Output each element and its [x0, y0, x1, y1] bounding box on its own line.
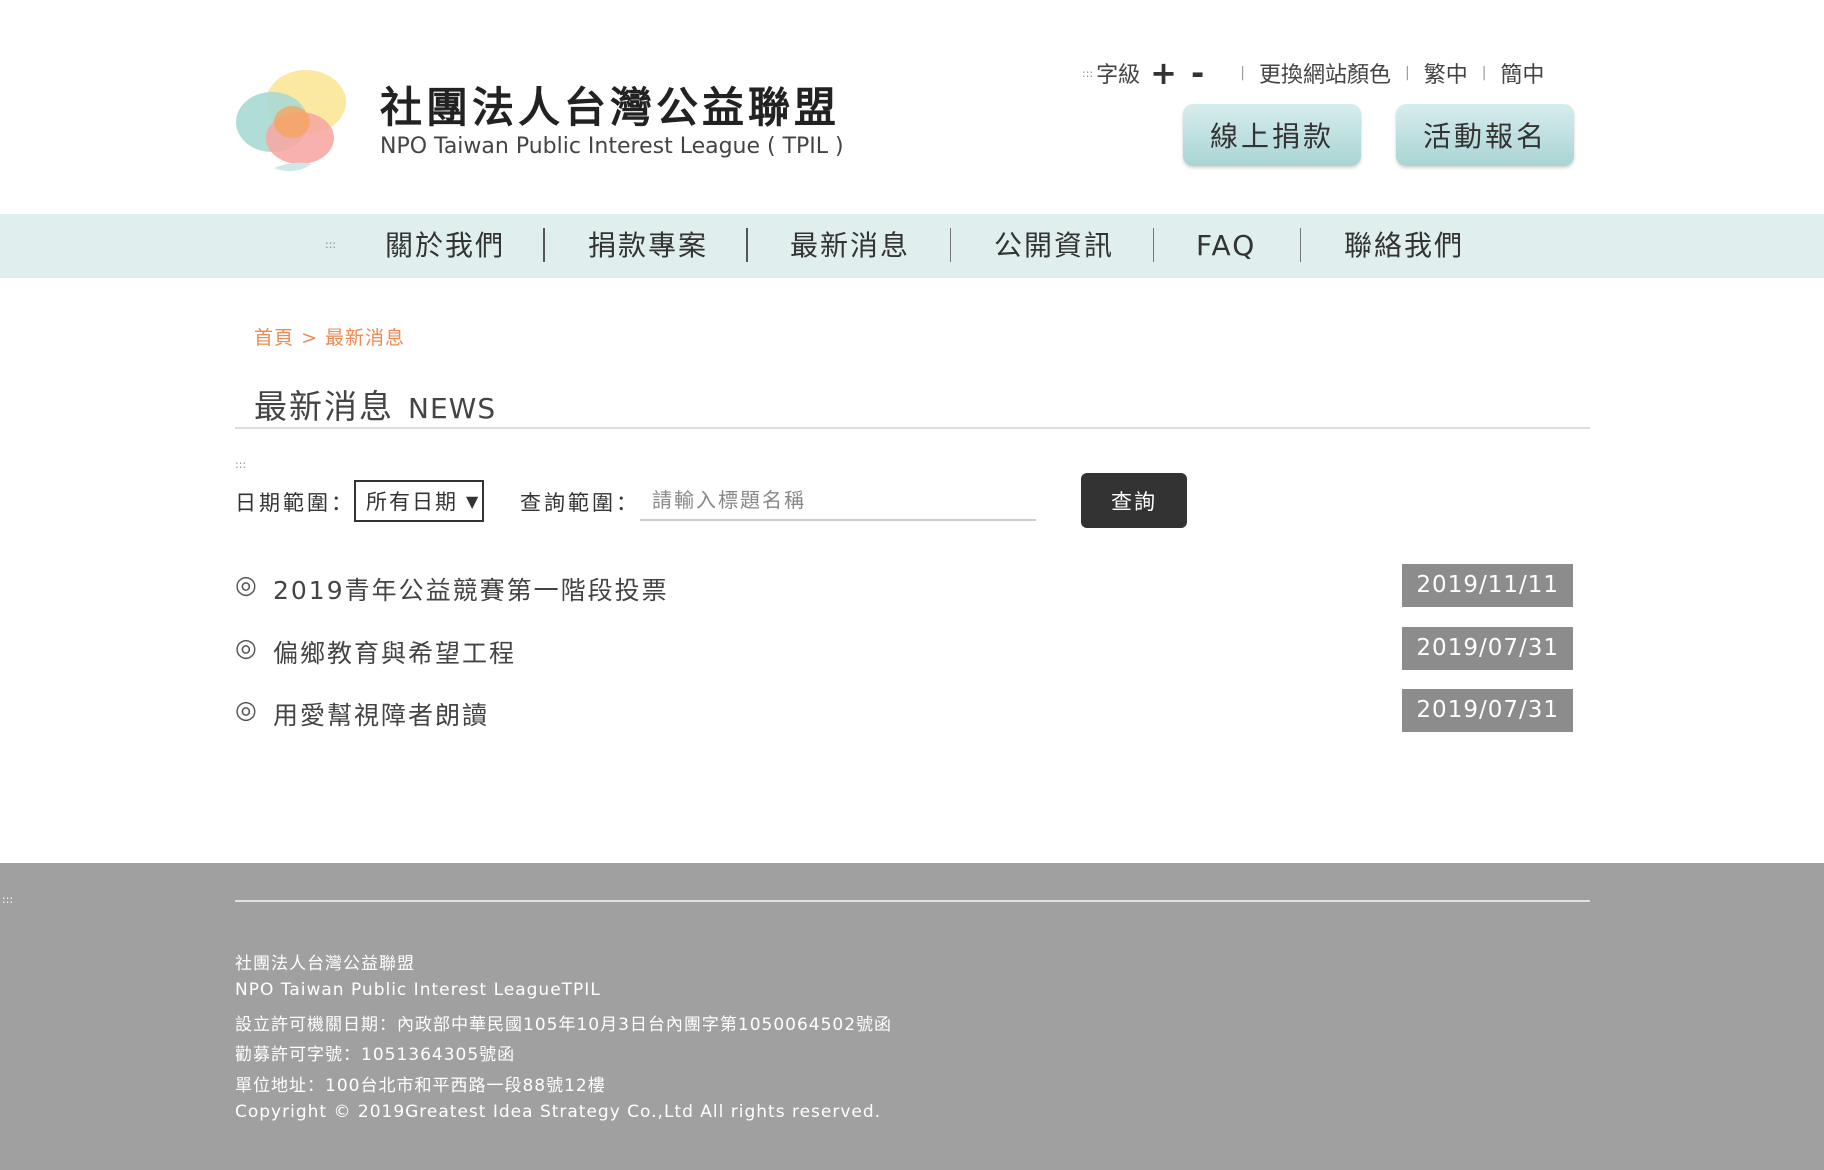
nav-item-news[interactable]: 最新消息 [790, 214, 910, 278]
date-range-select[interactable]: 所有日期 ▼ [354, 480, 484, 522]
news-item: ◎ 用愛幫視障者朗讀 2019/07/31 [235, 689, 1573, 733]
divider: | [1404, 65, 1410, 81]
nav-item-contact[interactable]: 聯絡我們 [1344, 214, 1464, 278]
tpil-logo-icon[interactable] [234, 60, 354, 180]
nav-item-donation-projects[interactable]: 捐款專案 [588, 214, 708, 278]
bullet-icon: ◎ [235, 633, 257, 662]
event-signup-button[interactable]: 活動報名 [1396, 104, 1574, 166]
nav-divider [1300, 228, 1301, 262]
traditional-chinese-link[interactable]: 繁中 [1424, 57, 1468, 89]
accesskey-marker[interactable]: ::: [325, 238, 336, 251]
footer-org-name-cn: 社團法人台灣公益聯盟 [235, 954, 415, 974]
bullet-icon: ◎ [235, 570, 257, 599]
font-increase-button[interactable]: + [1150, 57, 1177, 89]
footer-org-name-en: NPO Taiwan Public Interest LeagueTPIL [235, 980, 601, 1000]
date-range-value: 所有日期 [366, 490, 458, 514]
accesskey-marker[interactable]: ::: [235, 458, 246, 471]
simplified-chinese-link[interactable]: 簡中 [1500, 57, 1544, 89]
main-nav: ::: 關於我們 捐款專案 最新消息 公開資訊 FAQ 聯絡我們 [0, 214, 1824, 278]
page-title-cn: 最新消息 [254, 387, 394, 426]
nav-divider [1153, 228, 1154, 262]
footer-divider [235, 900, 1590, 902]
font-size-label: 字級 [1096, 63, 1141, 88]
breadcrumb: 首頁 > 最新消息 [254, 323, 405, 350]
keyword-input[interactable] [640, 481, 1036, 521]
bullet-icon: ◎ [235, 695, 257, 724]
news-item: ◎ 2019青年公益競賽第一階段投票 2019/11/11 [235, 564, 1573, 608]
change-color-link[interactable]: 更換網站顏色 [1259, 57, 1391, 89]
divider: | [1240, 65, 1245, 81]
org-name-en: NPO Taiwan Public Interest League ( TPIL… [380, 134, 844, 159]
news-title-link[interactable]: 2019青年公益競賽第一階段投票 [273, 571, 669, 607]
footer-copyright: Copyright © 2019Greatest Idea Strategy C… [235, 1102, 882, 1122]
breadcrumb-home-link[interactable]: 首頁 [254, 327, 294, 349]
org-name-cn: 社團法人台灣公益聯盟 [380, 83, 841, 132]
divider: | [1481, 65, 1487, 81]
news-date-badge: 2019/07/31 [1402, 627, 1573, 670]
news-title-link[interactable]: 偏鄉教育與希望工程 [273, 634, 516, 670]
nav-item-faq[interactable]: FAQ [1196, 214, 1256, 278]
footer-fundraising-permit: 勸募許可字號：1051364305號函 [235, 1045, 516, 1065]
site-header: 社團法人台灣公益聯盟 NPO Taiwan Public Interest Le… [0, 0, 1824, 214]
search-button[interactable]: 查詢 [1081, 473, 1187, 528]
utility-bar: ::: 字級 + - | 更換網站顏色 | 繁中 | 簡中 [1082, 57, 1544, 89]
nav-item-public-info[interactable]: 公開資訊 [994, 214, 1114, 278]
font-decrease-button[interactable]: - [1191, 57, 1204, 89]
breadcrumb-current[interactable]: 最新消息 [325, 327, 405, 349]
news-item: ◎ 偏鄉教育與希望工程 2019/07/31 [235, 627, 1573, 671]
page-title-en: NEWS [408, 392, 497, 425]
dropdown-arrow-icon: ▼ [466, 491, 481, 511]
breadcrumb-separator: > [301, 327, 318, 349]
footer-approval: 設立許可機關日期：內政部中華民國105年10月3日台內團字第1050064502… [235, 1015, 893, 1035]
nav-divider [746, 228, 748, 262]
news-title-link[interactable]: 用愛幫視障者朗讀 [273, 696, 489, 732]
donate-online-button[interactable]: 線上捐款 [1183, 104, 1361, 166]
nav-divider [543, 228, 545, 262]
date-range-label: 日期範圍： [235, 491, 355, 515]
page-title: 最新消息 NEWS [254, 380, 496, 428]
news-date-badge: 2019/11/11 [1402, 564, 1573, 607]
site-footer: ::: 社團法人台灣公益聯盟 NPO Taiwan Public Interes… [0, 863, 1824, 1170]
accesskey-marker[interactable]: ::: [2, 893, 13, 906]
keyword-label: 查詢範圍： [520, 491, 640, 515]
accesskey-marker[interactable]: ::: [1082, 67, 1093, 80]
nav-divider [950, 228, 951, 262]
nav-item-about[interactable]: 關於我們 [385, 214, 505, 278]
title-divider [235, 427, 1590, 429]
footer-address: 單位地址：100台北市和平西路一段88號12樓 [235, 1076, 606, 1096]
news-date-badge: 2019/07/31 [1402, 689, 1573, 732]
